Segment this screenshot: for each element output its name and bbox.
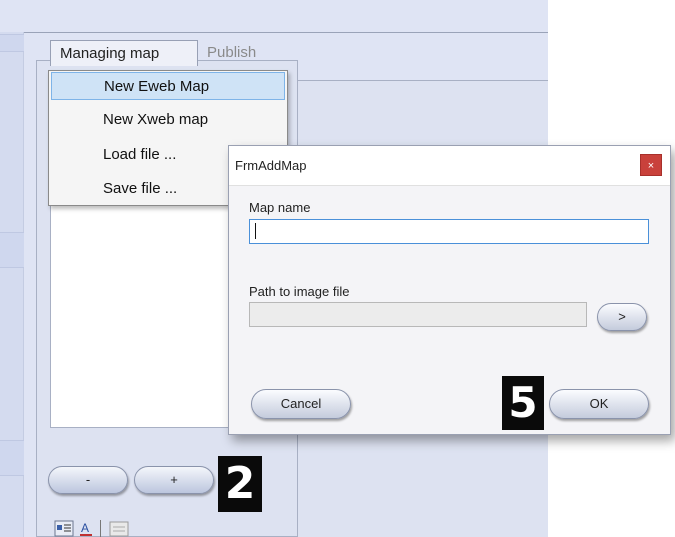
- text-caret: [255, 223, 256, 239]
- cancel-button[interactable]: Cancel: [251, 389, 351, 419]
- add-map-dialog: FrmAddMap × Map name Path to image file …: [228, 145, 671, 435]
- map-name-input[interactable]: [249, 219, 649, 244]
- property-pages-icon[interactable]: [108, 520, 130, 537]
- path-label: Path to image file: [249, 284, 350, 299]
- map-name-label: Map name: [249, 200, 311, 215]
- toolbar-separator: [100, 520, 101, 537]
- browse-button[interactable]: >: [597, 303, 647, 331]
- tab-managing-map[interactable]: Managing map: [50, 40, 198, 66]
- dialog-titlebar[interactable]: FrmAddMap ×: [229, 146, 670, 186]
- tab-publish[interactable]: Publish: [198, 40, 290, 66]
- sort-alphabetical-icon[interactable]: A: [78, 520, 96, 537]
- image-path-input[interactable]: [249, 302, 587, 327]
- menu-item-new-xweb-map[interactable]: New Xweb map: [51, 106, 285, 134]
- sidebar-segment: [0, 440, 24, 476]
- sort-categorized-icon[interactable]: [54, 520, 74, 537]
- close-button[interactable]: ×: [640, 154, 662, 176]
- tab-bar: Managing map Publish: [50, 40, 290, 66]
- ok-button[interactable]: OK: [549, 389, 649, 419]
- divider: [24, 32, 548, 33]
- left-sidebar-strip: [0, 32, 24, 537]
- dialog-title: FrmAddMap: [235, 158, 307, 173]
- step-badge-2: 2: [218, 456, 262, 512]
- sidebar-segment: [0, 34, 24, 52]
- add-map-button[interactable]: +: [134, 466, 214, 494]
- remove-map-button[interactable]: -: [48, 466, 128, 494]
- sidebar-segment: [0, 232, 24, 268]
- step-badge-5: 5: [502, 376, 544, 430]
- bottom-toolbar: A: [54, 520, 164, 537]
- menu-item-new-eweb-map[interactable]: New Eweb Map: [51, 72, 285, 100]
- svg-text:A: A: [81, 521, 89, 535]
